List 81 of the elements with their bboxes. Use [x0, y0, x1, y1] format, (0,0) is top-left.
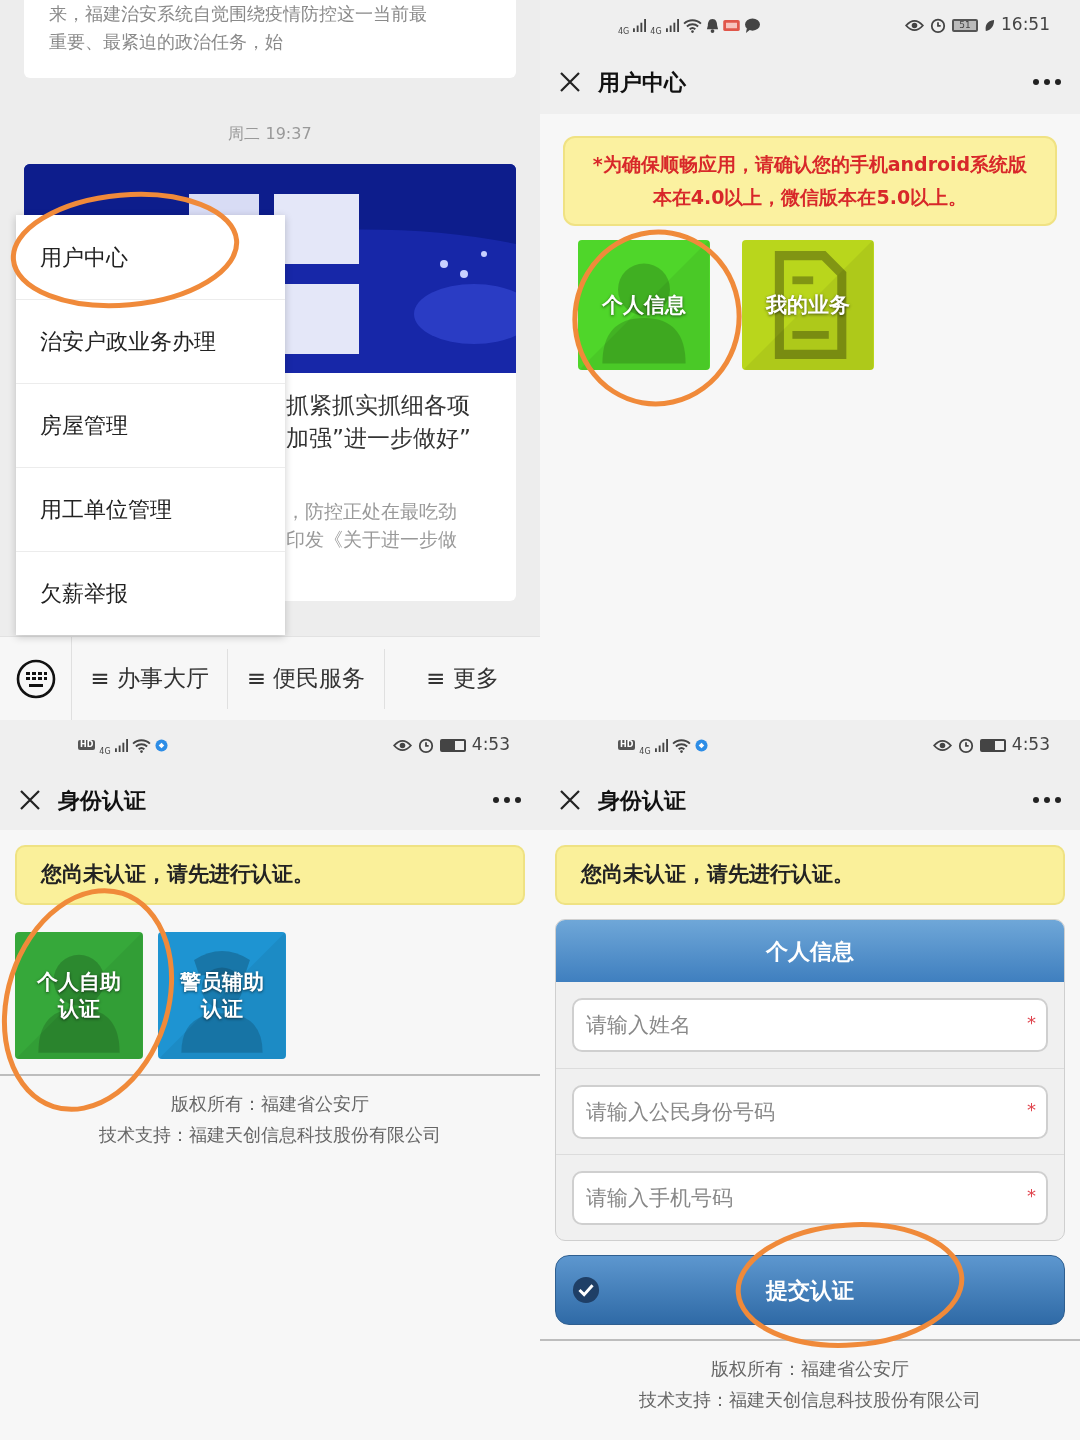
timestamp: 周二 19:37	[227, 123, 313, 145]
required-mark: *	[1027, 1012, 1036, 1034]
footer-text: 版权所有：福建省公安厅	[171, 1092, 369, 1116]
network-label: 4G	[99, 748, 111, 756]
alarm-icon	[417, 737, 434, 753]
menu-item[interactable]: 用工单位管理	[16, 467, 285, 551]
signal-icon	[654, 738, 668, 752]
page-title: 身份认证	[598, 786, 687, 815]
app-icon	[694, 738, 708, 752]
signal-icon	[665, 18, 679, 32]
eye-icon	[932, 738, 952, 752]
form-title: 个人信息	[556, 920, 1064, 982]
more-button[interactable]	[1032, 78, 1062, 86]
battery-indicator	[439, 738, 466, 752]
status-time: 16:51	[1001, 13, 1050, 37]
menu-item[interactable]: 治安户政业务办理	[16, 299, 285, 383]
person-icon	[578, 240, 710, 370]
menu-item[interactable]: 欠薪举报	[16, 551, 285, 635]
alarm-icon	[930, 17, 946, 33]
person-icon	[15, 932, 143, 1059]
notice-text: *为确保顺畅应用，请确认您的手机android系统版本在4.0以上，微信版本在5.0以上。	[563, 136, 1057, 226]
notice-text: 您尚未认证，请先进行认证。	[15, 845, 525, 905]
wifi-icon	[671, 737, 691, 753]
menu-item[interactable]: 用户中心	[16, 215, 285, 299]
alarm-icon	[957, 737, 974, 753]
close-button[interactable]	[558, 70, 582, 94]
close-button[interactable]	[558, 788, 582, 812]
network-label: 4G	[618, 28, 630, 36]
article-text: 来，福建治安系统自觉围绕疫情防控这一当前最	[49, 2, 428, 26]
menu-tab[interactable]: ≡ 便民服务	[228, 648, 385, 709]
footer-text: 技术支持：福建天创信息科技股份有限公司	[99, 1123, 441, 1147]
officer-icon	[158, 932, 286, 1059]
wifi-icon	[682, 17, 702, 33]
keyboard-icon	[15, 658, 56, 699]
close-icon	[558, 788, 582, 812]
bell-icon	[705, 17, 719, 33]
menu-item[interactable]: 房屋管理	[16, 383, 285, 467]
page-title: 用户中心	[598, 68, 687, 97]
network-label: 4G	[639, 748, 651, 756]
menu-tab[interactable]: ≡ 更多	[384, 648, 540, 709]
signal-icon	[114, 738, 128, 752]
article-summary: ，防控正处在最吃劲	[286, 499, 458, 524]
app-icon	[154, 738, 168, 752]
article-title: 抓紧抓实抓细各项	[286, 391, 471, 420]
eye-icon	[392, 738, 412, 752]
page-title: 身份认证	[58, 786, 147, 815]
status-time: 4:53	[471, 733, 510, 757]
required-mark: *	[1027, 1184, 1036, 1207]
document-icon	[742, 240, 874, 370]
close-icon	[18, 788, 42, 812]
close-icon	[558, 70, 582, 94]
submit-button[interactable]: 提交认证	[555, 1255, 1065, 1325]
menu-tab[interactable]: ≡ 办事大厅	[72, 648, 229, 709]
battery-indicator	[979, 738, 1006, 752]
hd-badge: HD	[618, 740, 636, 750]
chat-bubble-icon	[743, 17, 761, 33]
footer-text: 版权所有：福建省公安厅	[711, 1357, 909, 1381]
checkmark-icon	[572, 1276, 600, 1304]
more-button[interactable]	[492, 796, 522, 804]
article-summary: 印发《关于进一步做	[286, 527, 458, 552]
more-button[interactable]	[1032, 796, 1062, 804]
wifi-icon	[131, 737, 151, 753]
network-label: 4G	[650, 28, 662, 36]
signal-icon	[633, 18, 647, 32]
more-icon	[1032, 78, 1062, 86]
menu-tile[interactable]: 个人自助认证	[15, 932, 143, 1059]
footer-text: 技术支持：福建天创信息科技股份有限公司	[639, 1388, 981, 1412]
article-title: 加强”进一步做好”	[286, 424, 472, 453]
hd-badge: HD	[78, 740, 96, 750]
required-mark: *	[1027, 1098, 1036, 1121]
article-text: 重要、最紧迫的政治任务，始	[49, 30, 284, 54]
notification-icon	[722, 19, 740, 31]
status-time: 4:53	[1011, 733, 1050, 757]
leaf-icon	[984, 18, 995, 32]
more-icon	[492, 796, 522, 804]
notice-text: 您尚未认证，请先进行认证。	[555, 845, 1065, 905]
eye-icon	[905, 18, 924, 32]
close-button[interactable]	[18, 788, 42, 812]
more-icon	[1032, 796, 1062, 804]
battery-indicator: 51	[952, 18, 978, 32]
menu-tile[interactable]: 警员辅助认证	[158, 932, 286, 1059]
